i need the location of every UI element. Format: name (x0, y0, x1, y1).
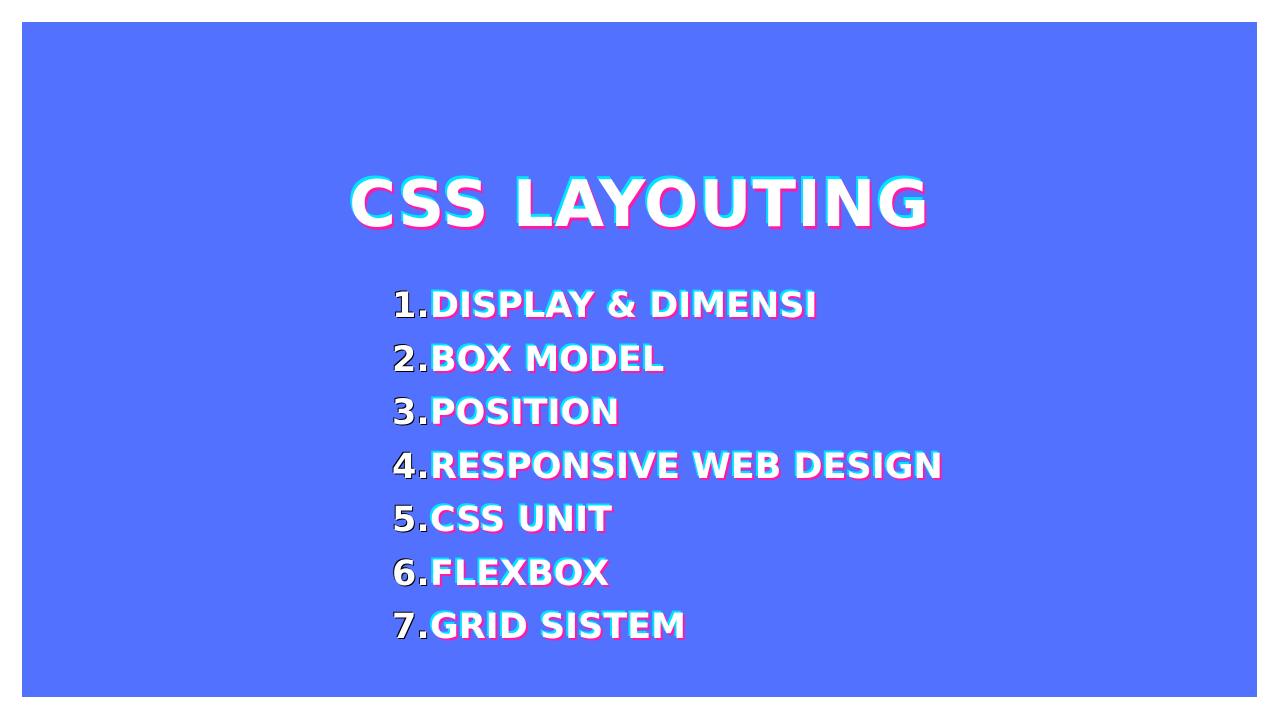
list-item: 1. DISPLAY & DIMENSI (392, 280, 943, 334)
list-item: 6. FLEXBOX (392, 548, 943, 602)
list-item-number: 2. (392, 339, 430, 380)
list-item-label: RESPONSIVE WEB DESIGN (430, 446, 943, 487)
list-item-number: 3. (392, 393, 430, 433)
slide-title: CSS LAYOUTING (349, 168, 930, 242)
list-item: 2. BOX MODEL (392, 334, 943, 388)
list-item: 3. POSITION (392, 387, 943, 441)
list-item-number: 5. (392, 500, 430, 540)
list-item-label: BOX MODEL (430, 339, 665, 380)
list-item-label: POSITION (430, 393, 620, 433)
list-item-label: CSS UNIT (430, 500, 612, 540)
list-item-number: 4. (392, 446, 430, 487)
topic-list: 1. DISPLAY & DIMENSI 2. BOX MODEL 3. POS… (392, 280, 943, 655)
list-item-number: 6. (392, 553, 430, 594)
slide: CSS LAYOUTING 1. DISPLAY & DIMENSI 2. BO… (22, 22, 1257, 697)
list-item: 5. CSS UNIT (392, 494, 943, 548)
list-item-number: 7. (392, 607, 430, 647)
list-item-label: DISPLAY & DIMENSI (430, 286, 818, 326)
list-item: 7. GRID SISTEM (392, 601, 943, 655)
list-item: 4. RESPONSIVE WEB DESIGN (392, 441, 943, 495)
list-item-label: GRID SISTEM (430, 607, 686, 647)
list-item-number: 1. (392, 286, 430, 326)
list-item-label: FLEXBOX (430, 553, 610, 594)
